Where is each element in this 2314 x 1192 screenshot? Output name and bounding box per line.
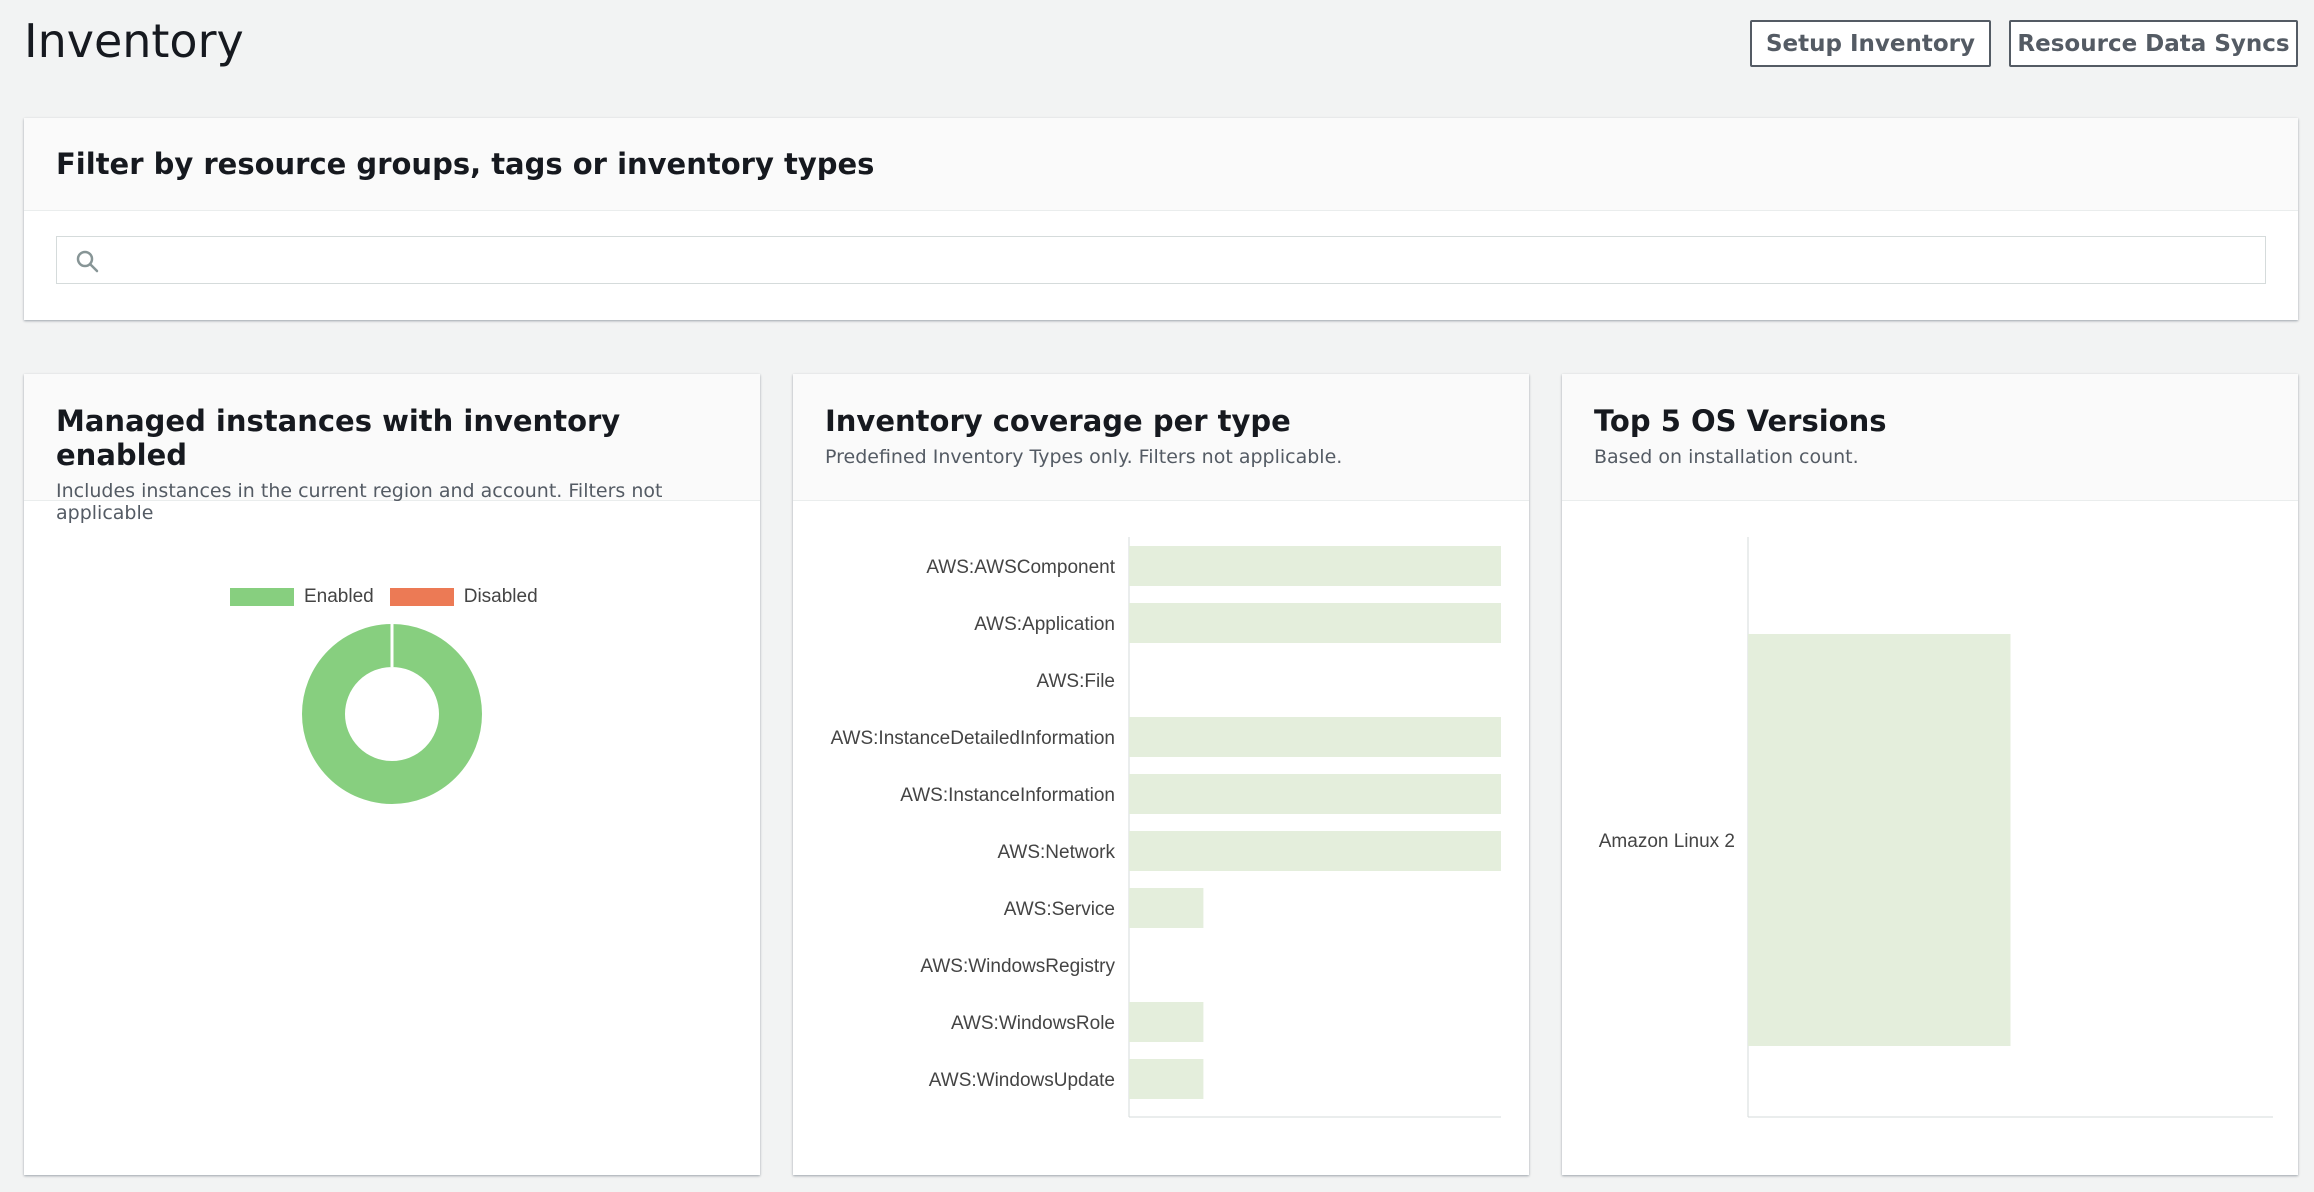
os-versions-header: Top 5 OS Versions Based on installation …: [1562, 374, 2298, 501]
search-icon: [76, 250, 99, 273]
managed-instances-card: Managed instances with inventory enabled…: [24, 374, 760, 1175]
filter-search-input[interactable]: [113, 237, 2265, 283]
bar-label: Amazon Linux 2: [1599, 831, 1735, 852]
legend-swatch-enabled: [230, 588, 294, 606]
filter-panel: Filter by resource groups, tags or inven…: [24, 118, 2298, 320]
donut-chart: [302, 624, 482, 804]
coverage-header: Inventory coverage per type Predefined I…: [793, 374, 1529, 501]
legend-label-enabled: Enabled: [304, 586, 374, 607]
bar-aws-network[interactable]: [1129, 831, 1501, 871]
donut-legend: Enabled Disabled: [230, 586, 554, 608]
legend-item-enabled[interactable]: Enabled: [230, 586, 374, 608]
bar-label: AWS:WindowsUpdate: [929, 1070, 1115, 1091]
bar-label: AWS:Service: [1004, 899, 1115, 920]
bar-aws-awscomponent[interactable]: [1129, 546, 1501, 586]
setup-inventory-button[interactable]: Setup Inventory: [1750, 20, 1991, 67]
os-versions-bar-chart: Amazon Linux 2: [1599, 537, 2273, 1118]
bar-label: AWS:AWSComponent: [926, 557, 1115, 578]
filter-panel-header: Filter by resource groups, tags or inven…: [24, 118, 2298, 211]
bar-aws-instanceinformation[interactable]: [1129, 774, 1501, 814]
coverage-subtitle: Predefined Inventory Types only. Filters…: [825, 446, 1343, 468]
filter-panel-title: Filter by resource groups, tags or inven…: [56, 147, 875, 181]
os-versions-subtitle: Based on installation count.: [1594, 446, 1859, 468]
page-title: Inventory: [24, 14, 244, 68]
filter-search-box[interactable]: [56, 236, 2266, 284]
managed-instances-subtitle: Includes instances in the current region…: [56, 480, 663, 524]
legend-item-disabled[interactable]: Disabled: [389, 586, 538, 608]
bar-label: AWS:File: [1037, 671, 1115, 692]
managed-instances-title: Managed instances with inventory enabled: [56, 404, 621, 472]
bar-aws-service[interactable]: [1129, 888, 1204, 928]
bar-aws-application[interactable]: [1129, 603, 1501, 643]
legend-swatch-disabled: [389, 588, 454, 606]
bar-label: AWS:Network: [997, 842, 1115, 863]
bar-amazon-linux-2[interactable]: [1748, 634, 2011, 1046]
managed-instances-header: Managed instances with inventory enabled…: [24, 374, 760, 524]
bar-label: AWS:InstanceInformation: [900, 785, 1115, 806]
bar-aws-windowsupdate[interactable]: [1129, 1059, 1204, 1099]
coverage-bar-chart: AWS:AWSComponent AWS:Application AWS:File A…: [831, 537, 1501, 1118]
os-versions-card: Top 5 OS Versions Based on installation …: [1562, 374, 2298, 1175]
bar-label: AWS:WindowsRole: [951, 1013, 1115, 1034]
resource-data-syncs-button[interactable]: Resource Data Syncs: [2009, 20, 2298, 67]
os-versions-title: Top 5 OS Versions: [1594, 404, 1887, 438]
bar-label: AWS:Application: [974, 614, 1115, 635]
bar-aws-instancedetailedinformation[interactable]: [1129, 717, 1501, 757]
bar-aws-windowsrole[interactable]: [1129, 1002, 1204, 1042]
coverage-card: Inventory coverage per type Predefined I…: [793, 374, 1529, 1175]
bar-label: AWS:InstanceDetailedInformation: [831, 728, 1115, 749]
coverage-title: Inventory coverage per type: [825, 404, 1291, 438]
bar-label: AWS:WindowsRegistry: [920, 956, 1115, 977]
legend-label-disabled: Disabled: [463, 586, 538, 607]
